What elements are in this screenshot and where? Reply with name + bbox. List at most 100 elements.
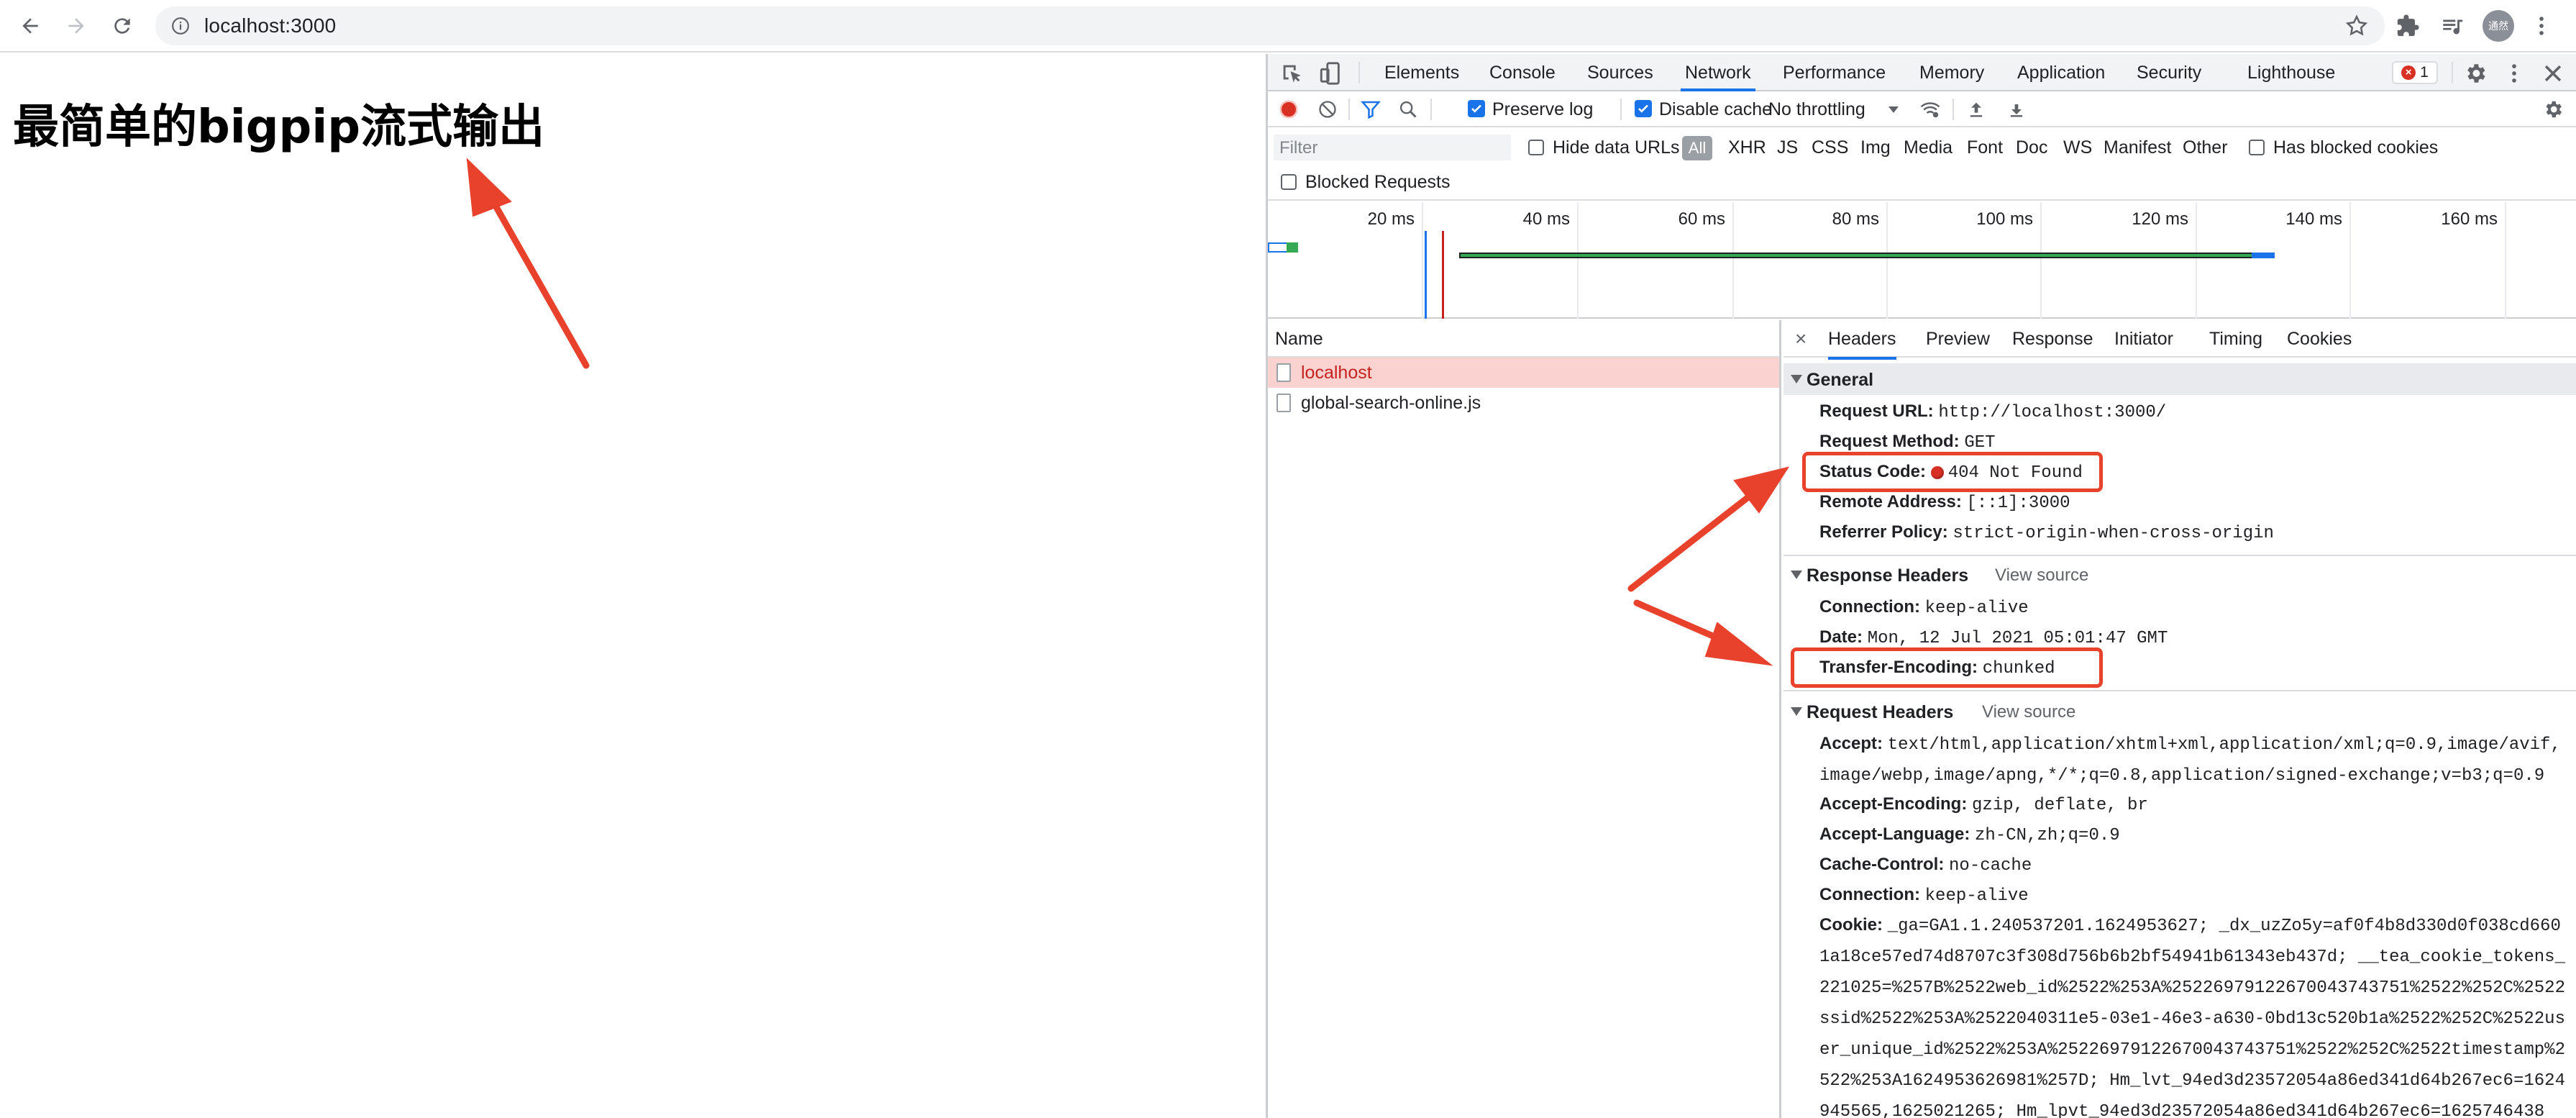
tab-network[interactable]: Network — [1681, 60, 1755, 91]
header-value: keep-alive — [1924, 599, 2029, 618]
forward-button[interactable] — [60, 10, 92, 42]
name-column-header[interactable]: Name — [1268, 320, 1779, 358]
view-source-link[interactable]: View source — [1995, 565, 2088, 586]
filter-type-ws[interactable]: WS — [2063, 137, 2092, 158]
blocked-requests-checkbox[interactable] — [1281, 174, 1297, 190]
timeline-gridline — [1577, 202, 1579, 319]
filter-type-img[interactable]: Img — [1860, 137, 1891, 158]
timeline-tick-label: 60 ms — [1678, 209, 1725, 229]
response-headers-section-header[interactable]: Response Headers View source — [1783, 559, 2576, 591]
inspect-element-icon[interactable] — [1279, 61, 1304, 86]
timeline-tick-label: 140 ms — [2285, 209, 2342, 229]
throttling-select[interactable]: No throttling — [1768, 99, 1865, 120]
filter-type-js[interactable]: JS — [1777, 137, 1798, 158]
network-settings-button[interactable] — [2541, 97, 2565, 122]
search-button[interactable] — [1396, 97, 1420, 122]
header-value: text/html,application/xhtml+xml,applicat… — [1819, 735, 2561, 786]
header-key: Request URL: — [1819, 401, 1934, 421]
tab-elements[interactable]: Elements — [1380, 60, 1463, 91]
address-bar[interactable]: localhost:3000 — [155, 6, 2385, 45]
tab-performance[interactable]: Performance — [1778, 60, 1890, 91]
close-icon[interactable] — [2541, 61, 2565, 86]
view-source-link[interactable]: View source — [1982, 702, 2075, 722]
more-vertical-icon[interactable] — [2502, 61, 2526, 86]
tab-cookies[interactable]: Cookies — [2287, 329, 2352, 350]
filter-type-media[interactable]: Media — [1904, 137, 1952, 158]
extensions-button[interactable] — [2390, 9, 2425, 43]
devtools-tab-bar: Elements Console Sources Network Perform… — [1268, 54, 2576, 91]
import-har-button[interactable] — [1964, 97, 1988, 122]
preserve-log-checkbox[interactable] — [1468, 100, 1485, 117]
playlist-icon — [2443, 19, 2463, 35]
filter-type-manifest[interactable]: Manifest — [2104, 137, 2171, 158]
document-icon — [1276, 363, 1291, 382]
tab-initiator[interactable]: Initiator — [2114, 329, 2173, 350]
filter-type-css[interactable]: CSS — [1812, 137, 1848, 158]
tab-lighthouse[interactable]: Lighthouse — [2243, 60, 2339, 91]
network-conditions-button[interactable] — [1918, 97, 1942, 122]
hide-data-urls-checkbox[interactable] — [1528, 140, 1544, 155]
info-icon[interactable] — [171, 17, 190, 35]
accept-language-row: Accept-Language: zh-CN,zh;q=0.9 — [1819, 819, 2120, 851]
has-blocked-cookies-checkbox[interactable] — [2249, 140, 2265, 155]
filter-type-doc[interactable]: Doc — [2016, 137, 2047, 158]
url-text[interactable]: localhost:3000 — [204, 14, 336, 37]
tab-response[interactable]: Response — [2012, 329, 2093, 350]
disable-cache-checkbox[interactable] — [1635, 100, 1652, 117]
header-key: Cookie: — [1819, 915, 1883, 935]
filter-type-font[interactable]: Font — [1967, 137, 2003, 158]
device-toolbar-icon[interactable] — [1318, 61, 1343, 86]
request-name: localhost — [1301, 362, 1372, 383]
filter-type-all[interactable]: All — [1682, 136, 1712, 160]
request-headers-section-header[interactable]: Request Headers View source — [1783, 696, 2576, 727]
settings-gear-icon[interactable] — [2463, 61, 2488, 86]
record-button[interactable] — [1276, 97, 1301, 122]
timeline-gridline — [1886, 202, 1888, 319]
timeline-request-bar — [2252, 253, 2275, 258]
request-url-row: Request URL: http://localhost:3000/ — [1819, 396, 2166, 428]
profile-avatar[interactable]: 通然 — [2483, 10, 2514, 42]
request-row[interactable]: localhost — [1268, 358, 1779, 388]
timeline-gridline — [1422, 202, 1423, 319]
header-value: zh-CN,zh;q=0.9 — [1975, 826, 2120, 845]
tab-security[interactable]: Security — [2132, 60, 2206, 91]
wifi-settings-icon — [1920, 102, 1940, 118]
bookmark-star-icon[interactable] — [2344, 14, 2369, 38]
section-title: Response Headers — [1807, 565, 1969, 586]
filter-bar: Filter Hide data URLs All XHR JS CSS Img… — [1268, 129, 2576, 201]
filter-type-xhr[interactable]: XHR — [1728, 137, 1766, 158]
media-button[interactable] — [2435, 9, 2470, 43]
checkmark-icon — [1471, 104, 1481, 113]
accept-encoding-row: Accept-Encoding: gzip, deflate, br — [1819, 789, 2148, 821]
header-key: Connection: — [1819, 885, 1920, 904]
close-detail-icon[interactable]: × — [1795, 327, 1807, 350]
chrome-menu-button[interactable] — [2524, 9, 2559, 43]
tab-headers[interactable]: Headers — [1828, 329, 1896, 360]
divider — [1620, 99, 1622, 120]
tab-timing[interactable]: Timing — [2209, 329, 2262, 350]
referrer-policy-row: Referrer Policy: strict-origin-when-cros… — [1819, 517, 2274, 549]
filter-input[interactable]: Filter — [1274, 135, 1511, 160]
network-timeline-overview[interactable]: 20 ms 40 ms 60 ms 80 ms 100 ms 120 ms 14… — [1268, 202, 2576, 319]
chevron-down-icon[interactable] — [1888, 106, 1899, 114]
section-title: General — [1807, 370, 1874, 390]
general-section-header[interactable]: General — [1783, 363, 2576, 395]
tab-preview[interactable]: Preview — [1926, 329, 1990, 350]
export-har-button[interactable] — [2004, 97, 2029, 122]
back-button[interactable] — [14, 10, 46, 42]
error-count-badge[interactable]: × 1 — [2392, 61, 2438, 84]
tab-console[interactable]: Console — [1485, 60, 1560, 91]
header-value: keep-alive — [1924, 886, 2029, 906]
tab-memory[interactable]: Memory — [1915, 60, 1988, 91]
detail-tab-bar: × Headers Preview Response Initiator Tim… — [1783, 320, 2576, 360]
tab-sources[interactable]: Sources — [1583, 60, 1658, 91]
header-key: Accept-Encoding: — [1819, 794, 1968, 814]
divider — [1952, 99, 1954, 120]
filter-toggle-button[interactable] — [1358, 97, 1383, 122]
tab-application[interactable]: Application — [2013, 60, 2109, 91]
filter-type-other[interactable]: Other — [2183, 137, 2228, 158]
reload-button[interactable] — [106, 10, 138, 42]
clear-button[interactable] — [1315, 97, 1340, 122]
record-icon — [1279, 100, 1298, 119]
request-row[interactable]: global-search-online.js — [1268, 388, 1779, 418]
